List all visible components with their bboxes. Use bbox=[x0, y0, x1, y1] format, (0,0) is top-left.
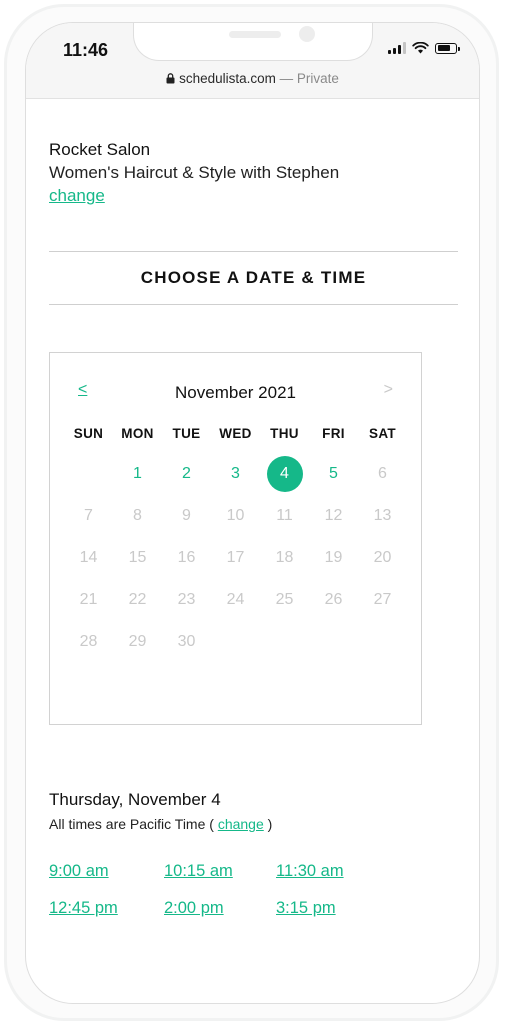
change-service-link[interactable]: change bbox=[49, 186, 105, 206]
timezone-note: All times are Pacific Time ( change ) bbox=[49, 816, 272, 832]
status-icons bbox=[388, 42, 460, 54]
camera bbox=[299, 26, 315, 42]
calendar-day: 12 bbox=[324, 507, 343, 524]
calendar-day: 20 bbox=[373, 549, 392, 566]
weekday-label: FRI bbox=[322, 426, 345, 441]
calendar-day: 21 bbox=[79, 591, 98, 608]
time-slot[interactable]: 2:00 pm bbox=[164, 899, 224, 918]
cellular-signal-icon bbox=[388, 42, 406, 54]
calendar-day: 19 bbox=[324, 549, 343, 566]
calendar-month: November 2021 bbox=[175, 383, 296, 402]
lock-icon bbox=[166, 73, 175, 84]
timezone-suffix: ) bbox=[267, 816, 273, 832]
calendar-day[interactable]: 1 bbox=[113, 453, 162, 495]
calendar-day: 8 bbox=[133, 507, 142, 524]
calendar-day: 27 bbox=[373, 591, 392, 608]
wifi-icon bbox=[412, 42, 429, 54]
calendar-day: 25 bbox=[275, 591, 294, 608]
url-separator: — bbox=[275, 71, 297, 86]
business-name: Rocket Salon bbox=[49, 140, 151, 159]
section-title: CHOOSE A DATE & TIME bbox=[49, 251, 458, 305]
calendar-day[interactable]: 3 bbox=[211, 453, 260, 495]
notch bbox=[133, 23, 373, 61]
time-slot[interactable]: 11:30 am bbox=[276, 862, 344, 881]
calendar-day: 10 bbox=[226, 507, 245, 524]
url-domain: schedulista.com bbox=[179, 71, 276, 86]
calendar-day: 13 bbox=[373, 507, 392, 524]
calendar-day: 15 bbox=[128, 549, 147, 566]
weekday-label: MON bbox=[121, 426, 154, 441]
calendar-day: 24 bbox=[226, 591, 245, 608]
selected-day-marker[interactable]: 4 bbox=[266, 456, 303, 492]
calendar-day[interactable]: 5 bbox=[309, 453, 358, 495]
calendar-day: 11 bbox=[276, 507, 293, 524]
calendar-day: 16 bbox=[177, 549, 196, 566]
selected-date: Thursday, November 4 bbox=[49, 790, 221, 809]
calendar-day: 22 bbox=[128, 591, 147, 608]
calendar-day[interactable]: 2 bbox=[162, 453, 211, 495]
service-name: Women's Haircut & Style with Stephen bbox=[49, 163, 340, 182]
calendar-day: 28 bbox=[79, 633, 98, 650]
calendar-day: 30 bbox=[177, 633, 196, 650]
calendar-day: 14 bbox=[79, 549, 98, 566]
calendar-day: 23 bbox=[177, 591, 196, 608]
weekday-header: SUN MON TUE WED THU FRI SAT bbox=[64, 426, 407, 441]
address-bar[interactable]: schedulista.com — Private bbox=[26, 71, 479, 86]
timezone-prefix: All times are Pacific Time ( bbox=[49, 816, 214, 832]
phone-screen: 11:46 schedulista.com — Private Rocket S… bbox=[25, 22, 480, 1004]
time-slot[interactable]: 12:45 pm bbox=[49, 899, 118, 918]
weekday-label: SAT bbox=[369, 426, 396, 441]
calendar-day: 7 bbox=[84, 507, 93, 524]
time-slot[interactable]: 10:15 am bbox=[164, 862, 233, 881]
time-slots: 9:00 am 10:15 am 11:30 am 12:45 pm 2:00 … bbox=[49, 862, 459, 942]
weekday-label: TUE bbox=[172, 426, 201, 441]
battery-icon bbox=[435, 42, 460, 54]
weekday-label: THU bbox=[270, 426, 299, 441]
url-privacy: Private bbox=[296, 71, 339, 86]
calendar-day: 17 bbox=[226, 549, 245, 566]
status-time: 11:46 bbox=[63, 40, 109, 60]
calendar-day: 6 bbox=[378, 465, 387, 482]
calendar: < November 2021 > SUN MON TUE WED THU FR… bbox=[49, 352, 422, 725]
calendar-day: 26 bbox=[324, 591, 343, 608]
time-slot[interactable]: 3:15 pm bbox=[276, 899, 336, 918]
browser-chrome: 11:46 schedulista.com — Private bbox=[26, 23, 479, 99]
weekday-label: WED bbox=[219, 426, 252, 441]
calendar-day: 9 bbox=[182, 507, 191, 524]
calendar-day: 18 bbox=[275, 549, 294, 566]
calendar-day-selected[interactable]: 4 bbox=[260, 453, 309, 495]
calendar-day: 29 bbox=[128, 633, 147, 650]
change-timezone-link[interactable]: change bbox=[218, 816, 264, 832]
next-month-button[interactable]: > bbox=[384, 381, 393, 399]
time-slot[interactable]: 9:00 am bbox=[49, 862, 109, 881]
speaker bbox=[229, 31, 281, 38]
weekday-label: SUN bbox=[73, 426, 104, 441]
